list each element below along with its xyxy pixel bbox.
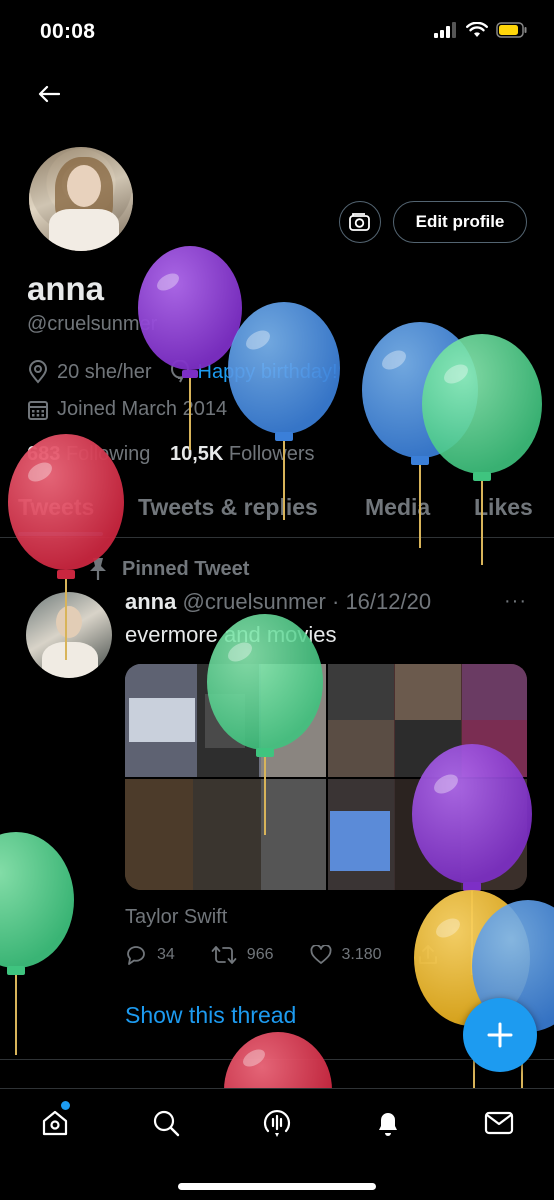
- nav-notifications[interactable]: [370, 1105, 406, 1141]
- nav-home[interactable]: [37, 1105, 73, 1141]
- nav-spaces[interactable]: [259, 1105, 295, 1141]
- like-count: 3.180: [341, 946, 382, 963]
- retweet-icon: [211, 946, 237, 964]
- tab-media[interactable]: Media: [365, 494, 430, 521]
- spaces-icon: [263, 1109, 291, 1137]
- bottom-navigation: [0, 1088, 554, 1200]
- reply-button[interactable]: 34: [125, 944, 175, 966]
- reply-count: 34: [157, 946, 175, 963]
- home-notification-dot: [61, 1101, 70, 1110]
- birthday-link[interactable]: Happy birthday!: [198, 361, 338, 384]
- balloon-green-3: [0, 832, 74, 1055]
- camera-button[interactable]: [339, 201, 381, 243]
- media-image-2[interactable]: [328, 664, 527, 777]
- nav-search[interactable]: [148, 1105, 184, 1141]
- edit-profile-button[interactable]: Edit profile: [393, 201, 527, 243]
- active-tab-indicator: [18, 532, 103, 536]
- home-indicator: [178, 1183, 376, 1190]
- show-thread-link[interactable]: Show this thread: [125, 1002, 296, 1029]
- tab-tweets-replies[interactable]: Tweets & replies: [138, 494, 318, 521]
- balloon-icon: [170, 360, 190, 384]
- tweet-date: · 16/12/20: [332, 589, 432, 614]
- following-link[interactable]: 683 Following: [27, 443, 150, 465]
- tweet-header: anna @cruelsunmer · 16/12/20: [125, 589, 431, 615]
- share-button[interactable]: [418, 944, 448, 966]
- status-bar: 00:08: [0, 0, 554, 66]
- tab-likes[interactable]: Likes: [474, 494, 533, 521]
- back-button[interactable]: [34, 80, 64, 108]
- location-text: 20 she/her: [57, 360, 152, 383]
- pinned-label-row: Pinned Tweet: [86, 556, 249, 582]
- media-caption: Taylor Swift: [125, 906, 228, 928]
- retweet-button[interactable]: 966: [211, 944, 274, 966]
- joined-text: Joined March 2014: [57, 398, 228, 420]
- tweet-actions: 34 966 3.180: [125, 944, 484, 966]
- status-icons: [434, 22, 528, 38]
- home-icon: [42, 1110, 68, 1136]
- display-name: anna: [27, 270, 105, 307]
- nav-messages[interactable]: [481, 1105, 517, 1141]
- tweet-divider: [0, 1059, 554, 1060]
- tweet-media-grid[interactable]: [125, 664, 527, 890]
- status-time: 00:08: [40, 20, 96, 43]
- tweet-text: evermore and movies: [125, 622, 337, 647]
- camera-icon: [349, 213, 370, 231]
- pinned-label: Pinned Tweet: [122, 557, 250, 580]
- profile-tabs: Tweets Tweets & replies Media Likes: [0, 488, 554, 538]
- media-image-1[interactable]: [125, 664, 326, 777]
- followers-count: 10,5K: [169, 443, 224, 465]
- notifications-icon: [379, 1113, 397, 1136]
- profile-handle: @cruelsunmer: [27, 313, 158, 335]
- more-options-button[interactable]: ···: [504, 590, 527, 613]
- location-row: 20 she/her Happy birthday!: [27, 360, 338, 384]
- profile-avatar[interactable]: [26, 144, 136, 254]
- reply-icon: [127, 946, 145, 965]
- tweet-avatar[interactable]: [26, 592, 112, 678]
- tweet-handle: @cruelsunmer: [182, 589, 326, 614]
- search-icon: [153, 1110, 180, 1137]
- arrow-left-icon: [38, 85, 60, 103]
- battery-icon: [496, 22, 527, 38]
- compose-tweet-button[interactable]: [463, 998, 537, 1072]
- pin-icon: [86, 556, 110, 582]
- following-count: 683: [27, 443, 61, 465]
- following-label: Following: [65, 443, 151, 465]
- share-icon: [418, 945, 437, 964]
- follow-stats: 683 Following 10,5K Followers: [27, 443, 315, 466]
- tweet-author[interactable]: anna: [125, 589, 176, 614]
- retweet-count: 966: [246, 946, 274, 963]
- media-image-3[interactable]: [125, 779, 326, 890]
- plus-icon: [487, 1022, 513, 1048]
- wifi-icon: [466, 22, 488, 37]
- calendar-icon: [27, 399, 49, 421]
- signal-icon: [434, 22, 456, 38]
- joined-row: Joined March 2014: [27, 398, 227, 421]
- tab-tweets[interactable]: Tweets: [18, 494, 94, 521]
- followers-label: Followers: [228, 443, 315, 465]
- followers-link[interactable]: 10,5K Followers: [170, 443, 315, 465]
- location-pin-icon: [27, 360, 49, 384]
- heart-icon: [310, 945, 331, 964]
- messages-icon: [484, 1111, 514, 1135]
- media-image-4[interactable]: [328, 779, 527, 890]
- like-button[interactable]: 3.180: [310, 945, 382, 965]
